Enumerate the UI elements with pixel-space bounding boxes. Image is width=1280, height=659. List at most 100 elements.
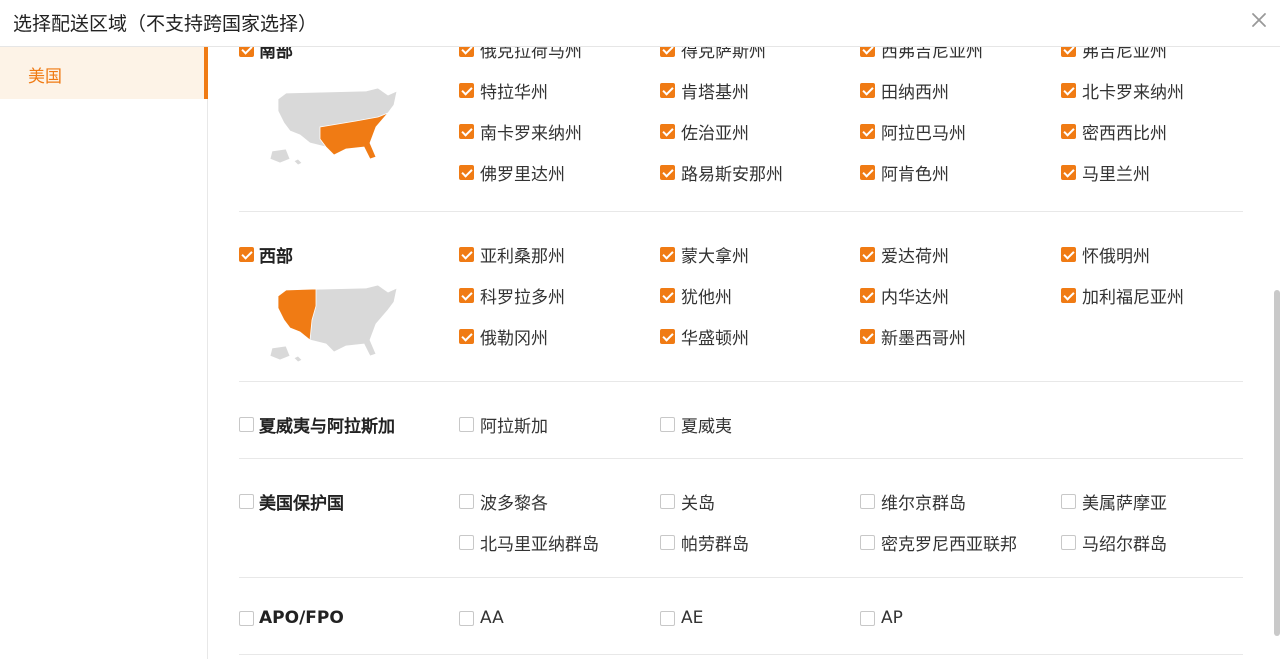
state-option[interactable]: 密西西比州 bbox=[1061, 119, 1167, 144]
checkbox-icon[interactable] bbox=[459, 417, 474, 432]
checkbox-icon[interactable] bbox=[459, 535, 474, 550]
state-option[interactable]: 波多黎各 bbox=[459, 489, 548, 514]
map-alaska-shape bbox=[269, 345, 291, 361]
state-option[interactable]: 马绍尔群岛 bbox=[1061, 530, 1167, 555]
state-option[interactable]: 南卡罗来纳州 bbox=[459, 119, 582, 144]
checkbox-icon[interactable] bbox=[860, 329, 875, 344]
state-option[interactable]: AP bbox=[860, 608, 903, 628]
state-option[interactable]: 夏威夷 bbox=[660, 412, 732, 437]
state-option[interactable]: 俄勒冈州 bbox=[459, 324, 548, 349]
state-option[interactable]: 爱达荷州 bbox=[860, 242, 949, 267]
checkbox-icon[interactable] bbox=[1061, 288, 1076, 303]
checkbox-icon[interactable] bbox=[660, 610, 675, 626]
checkbox-icon[interactable] bbox=[459, 329, 474, 344]
state-option[interactable]: 马里兰州 bbox=[1061, 160, 1150, 185]
checkbox-icon[interactable] bbox=[1061, 535, 1076, 550]
state-option[interactable]: 肯塔基州 bbox=[660, 78, 749, 103]
checkbox-icon[interactable] bbox=[860, 288, 875, 303]
checkbox-icon[interactable] bbox=[860, 247, 875, 262]
state-option[interactable]: 北马里亚纳群岛 bbox=[459, 530, 599, 555]
state-option[interactable]: 科罗拉多州 bbox=[459, 283, 565, 308]
state-option[interactable]: 怀俄明州 bbox=[1061, 242, 1150, 267]
checkbox-icon[interactable] bbox=[860, 494, 875, 509]
checkbox-icon[interactable] bbox=[459, 288, 474, 303]
checkbox-icon[interactable] bbox=[239, 494, 254, 509]
checkbox-icon[interactable] bbox=[1061, 247, 1076, 262]
state-option[interactable]: 美属萨摩亚 bbox=[1061, 489, 1167, 514]
state-option[interactable]: AE bbox=[660, 608, 703, 628]
checkbox-icon[interactable] bbox=[459, 494, 474, 509]
checkbox-icon[interactable] bbox=[459, 247, 474, 262]
state-option[interactable]: 佐治亚州 bbox=[660, 119, 749, 144]
state-option[interactable]: 新墨西哥州 bbox=[860, 324, 966, 349]
state-option[interactable]: 阿拉巴马州 bbox=[860, 119, 966, 144]
checkbox-icon[interactable] bbox=[459, 124, 474, 139]
checkbox-icon[interactable] bbox=[660, 329, 675, 344]
checkbox-icon[interactable] bbox=[459, 83, 474, 98]
region-label: 夏威夷与阿拉斯加 bbox=[259, 417, 395, 437]
checkbox-icon[interactable] bbox=[860, 47, 875, 57]
state-option[interactable]: 田纳西州 bbox=[860, 78, 949, 103]
state-option[interactable]: 弗吉尼亚州 bbox=[1061, 47, 1167, 62]
checkbox-icon[interactable] bbox=[660, 124, 675, 139]
state-label: 马里兰州 bbox=[1082, 165, 1150, 185]
state-option[interactable]: 蒙大拿州 bbox=[660, 242, 749, 267]
state-option[interactable]: 维尔京群岛 bbox=[860, 489, 966, 514]
state-option[interactable]: 西弗吉尼亚州 bbox=[860, 47, 983, 62]
checkbox-icon[interactable] bbox=[660, 165, 675, 180]
checkbox-icon[interactable] bbox=[239, 610, 254, 626]
state-option[interactable]: 帕劳群岛 bbox=[660, 530, 749, 555]
region-checkbox-territories[interactable]: 美国保护国 bbox=[239, 489, 344, 514]
scrollbar[interactable] bbox=[1274, 290, 1280, 636]
state-label: 密西西比州 bbox=[1082, 124, 1167, 144]
checkbox-icon[interactable] bbox=[660, 535, 675, 550]
region-label: 美国保护国 bbox=[259, 494, 344, 514]
checkbox-icon[interactable] bbox=[860, 83, 875, 98]
checkbox-icon[interactable] bbox=[1061, 165, 1076, 180]
checkbox-icon[interactable] bbox=[239, 247, 254, 262]
state-option[interactable]: 密克罗尼西亚联邦 bbox=[860, 530, 1017, 555]
region-checkbox-hawaii-alaska[interactable]: 夏威夷与阿拉斯加 bbox=[239, 412, 395, 437]
checkbox-icon[interactable] bbox=[459, 610, 474, 626]
state-option[interactable]: 阿肯色州 bbox=[860, 160, 949, 185]
state-option[interactable]: 犹他州 bbox=[660, 283, 732, 308]
state-option[interactable]: 俄克拉荷马州 bbox=[459, 47, 582, 62]
checkbox-icon[interactable] bbox=[660, 417, 675, 432]
checkbox-icon[interactable] bbox=[660, 247, 675, 262]
state-option[interactable]: 特拉华州 bbox=[459, 78, 548, 103]
checkbox-icon[interactable] bbox=[239, 47, 254, 57]
sidebar-item-usa[interactable]: 美国 bbox=[0, 47, 208, 99]
checkbox-icon[interactable] bbox=[1061, 47, 1076, 57]
state-label: 爱达荷州 bbox=[881, 247, 949, 267]
checkbox-icon[interactable] bbox=[239, 417, 254, 432]
state-option[interactable]: 亚利桑那州 bbox=[459, 242, 565, 267]
region-checkbox-south[interactable]: 南部 bbox=[239, 47, 293, 62]
state-option[interactable]: 华盛顿州 bbox=[660, 324, 749, 349]
state-option[interactable]: 关岛 bbox=[660, 489, 715, 514]
state-option[interactable]: 内华达州 bbox=[860, 283, 949, 308]
state-option[interactable]: 佛罗里达州 bbox=[459, 160, 565, 185]
close-icon[interactable] bbox=[1248, 9, 1270, 31]
checkbox-icon[interactable] bbox=[459, 165, 474, 180]
checkbox-icon[interactable] bbox=[660, 83, 675, 98]
checkbox-icon[interactable] bbox=[459, 47, 474, 57]
region-checkbox-west[interactable]: 西部 bbox=[239, 242, 293, 267]
state-option[interactable]: 加利福尼亚州 bbox=[1061, 283, 1184, 308]
state-option[interactable]: AA bbox=[459, 608, 504, 628]
checkbox-icon[interactable] bbox=[1061, 83, 1076, 98]
checkbox-icon[interactable] bbox=[1061, 124, 1076, 139]
checkbox-icon[interactable] bbox=[660, 288, 675, 303]
state-option[interactable]: 阿拉斯加 bbox=[459, 412, 548, 437]
checkbox-icon[interactable] bbox=[660, 47, 675, 57]
region-checkbox-apo-fpo[interactable]: APO/FPO bbox=[239, 608, 344, 628]
checkbox-icon[interactable] bbox=[860, 165, 875, 180]
state-option[interactable]: 北卡罗来纳州 bbox=[1061, 78, 1184, 103]
state-label: 俄勒冈州 bbox=[480, 329, 548, 349]
checkbox-icon[interactable] bbox=[1061, 494, 1076, 509]
checkbox-icon[interactable] bbox=[660, 494, 675, 509]
state-option[interactable]: 路易斯安那州 bbox=[660, 160, 783, 185]
checkbox-icon[interactable] bbox=[860, 124, 875, 139]
checkbox-icon[interactable] bbox=[860, 535, 875, 550]
state-option[interactable]: 得克萨斯州 bbox=[660, 47, 766, 62]
checkbox-icon[interactable] bbox=[860, 610, 875, 626]
